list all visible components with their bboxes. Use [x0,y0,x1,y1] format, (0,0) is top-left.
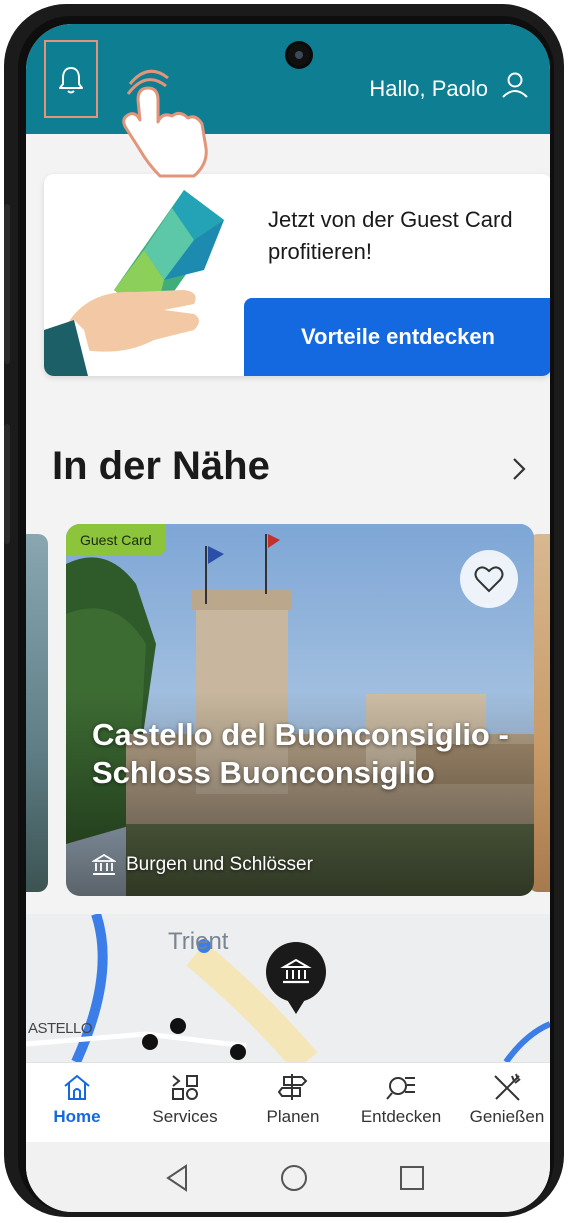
front-camera [288,44,310,66]
bell-icon [59,67,83,94]
promo-text: Jetzt von der Guest Card profitieren! [268,207,513,264]
android-system-nav [26,1142,550,1212]
user-greeting[interactable]: Hallo, Paolo [369,76,488,102]
phone-frame: Hallo, Paolo Jetzt von der Guest Card pr… [4,4,564,1217]
museum-building-icon [92,854,116,875]
app-header: Hallo, Paolo [26,24,550,134]
nav-label-services: Services [152,1107,218,1126]
favorite-button[interactable] [460,550,518,608]
map-city-label: Trient [168,928,229,955]
poi-category: Burgen und Schlösser [92,854,313,876]
app-screen: Hallo, Paolo Jetzt von der Guest Card pr… [26,24,550,1212]
nav-label-entdecken: Entdecken [360,1107,442,1126]
guest-card-promo[interactable]: Jetzt von der Guest Card profitieren! Vo… [44,174,550,376]
nearby-section-title: In der Nähe [52,444,270,488]
back-triangle-icon[interactable] [162,1162,194,1194]
home-circle-icon[interactable] [278,1162,310,1194]
pointing-hand-icon [122,69,208,178]
map-area-label: ASTELLO [28,1020,93,1037]
bottom-navigation: Home Services Planen Entdecken Genießen [26,1062,550,1143]
fork-knife-icon [494,1073,521,1101]
nav-label-home: Home [53,1107,101,1126]
chevron-right-icon[interactable] [504,454,534,484]
recents-square-icon[interactable] [396,1162,428,1194]
signpost-icon [278,1074,308,1100]
nav-item-entdecken[interactable]: Entdecken [346,1073,456,1127]
heart-icon [474,566,504,593]
nav-label-geniessen: Genießen [469,1107,545,1126]
poi-category-label: Burgen und Schlösser [126,854,313,875]
discover-benefits-button[interactable]: Vorteile entdecken [244,298,550,376]
search-list-icon [386,1077,415,1100]
nav-item-services[interactable]: Services [130,1073,240,1127]
user-icon[interactable] [500,70,530,100]
notification-button[interactable] [44,40,98,118]
poi-title: Castello del Buonconsiglio - Schloss Buo… [92,717,509,790]
home-content: Jetzt von der Guest Card profitieren! Vo… [26,134,550,1062]
volume-button [4,204,10,364]
services-grid-icon [172,1075,198,1100]
nav-item-planen[interactable]: Planen [238,1073,348,1127]
map-view[interactable]: Trient ASTELLO [26,914,550,1062]
poi-card[interactable]: Guest Card Castello del Buonconsiglio - … [66,524,534,896]
guest-card-hand-illustration [44,190,224,376]
nav-item-home[interactable]: Home [26,1073,132,1127]
map-pin-castle-icon[interactable] [264,940,328,1016]
nav-item-geniessen[interactable]: Genießen [452,1073,550,1127]
power-button [4,424,10,544]
nav-label-planen: Planen [266,1107,320,1126]
home-icon [64,1074,90,1100]
guest-card-badge: Guest Card [66,524,166,556]
previous-card-peek[interactable] [26,534,48,892]
nearby-carousel[interactable]: Guest Card Castello del Buonconsiglio - … [26,524,550,904]
